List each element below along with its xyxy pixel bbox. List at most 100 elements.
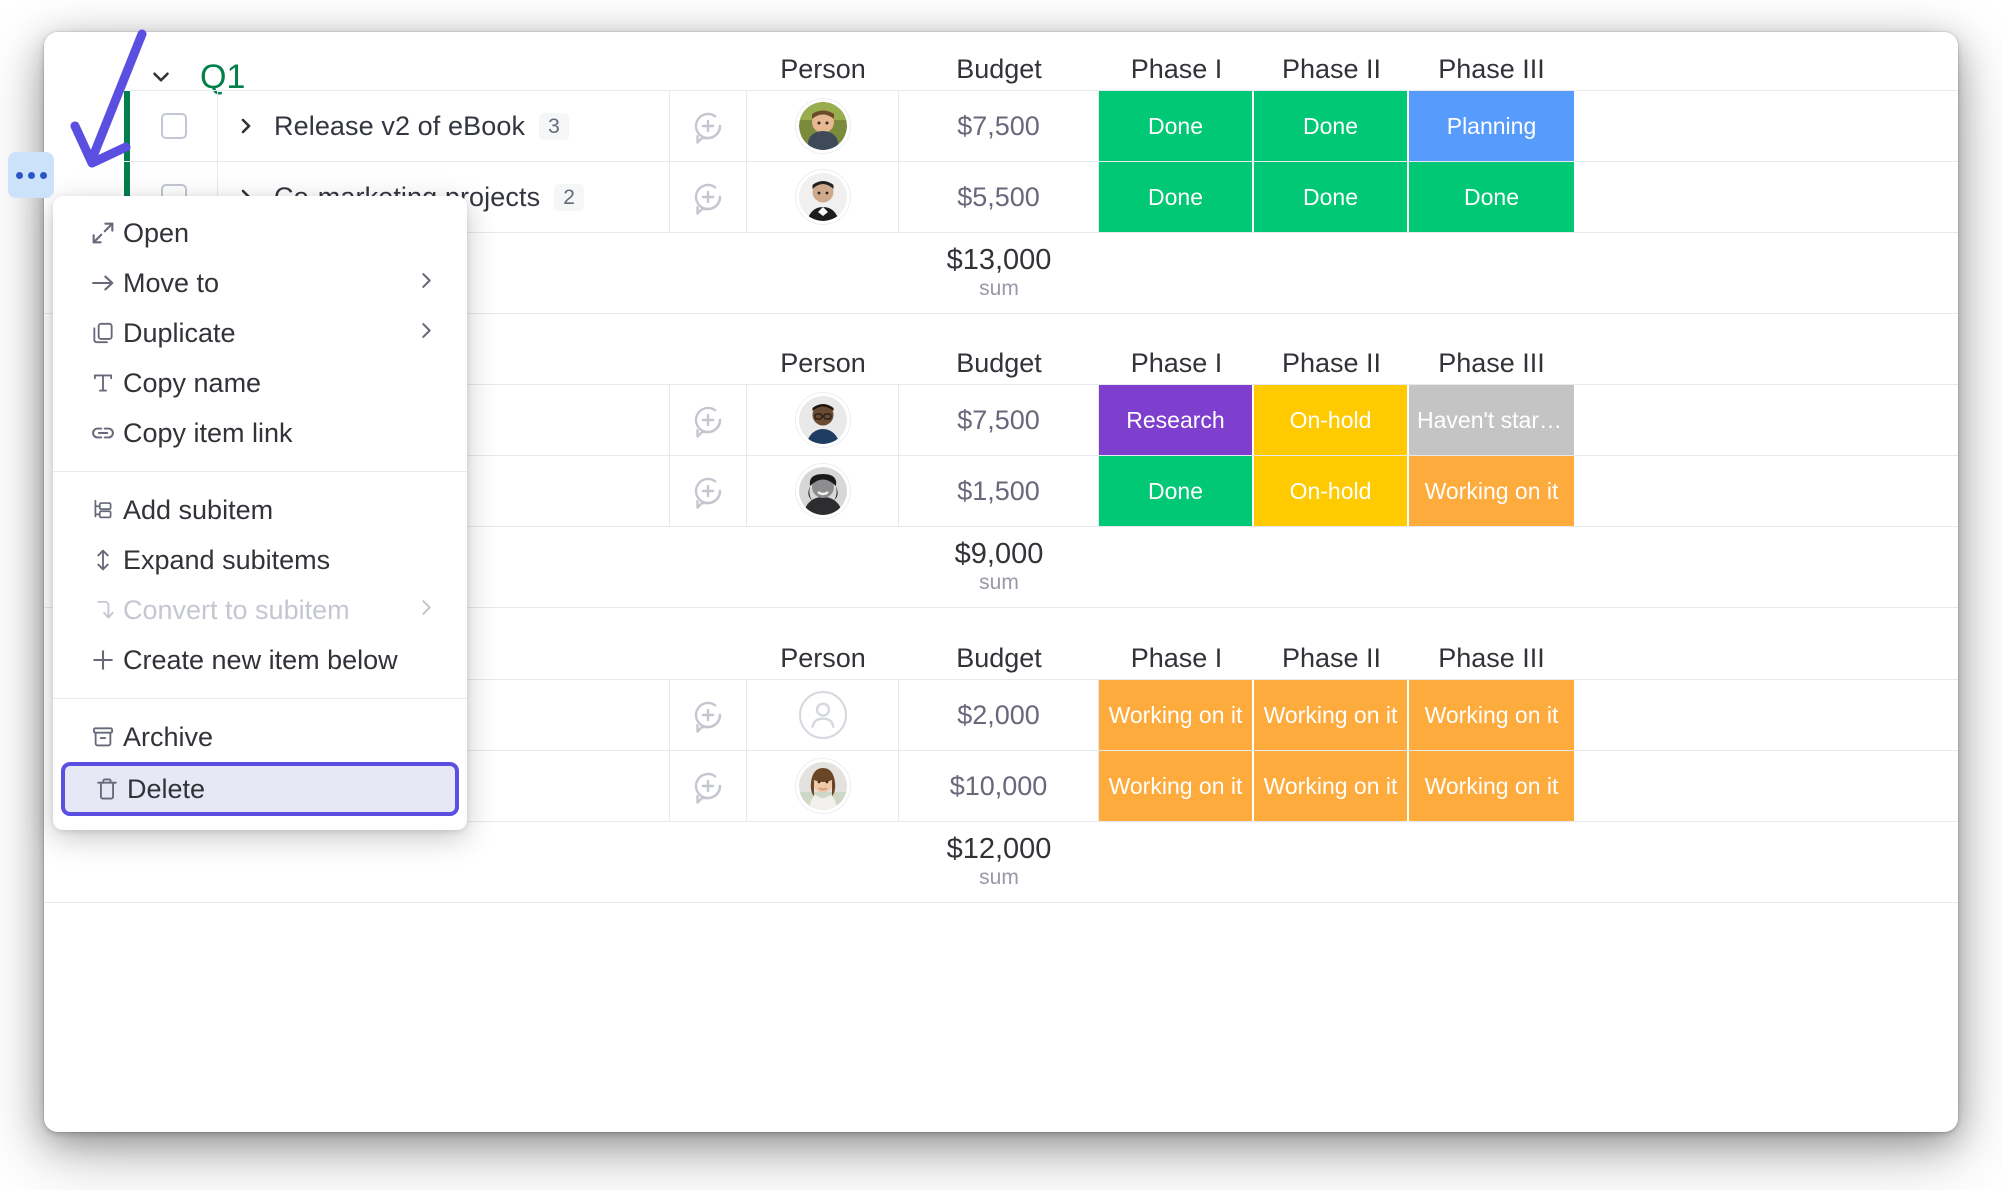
status-cell-phase-1[interactable]: Done <box>1099 456 1254 526</box>
budget-cell[interactable]: $1,500 <box>899 456 1099 526</box>
person-cell[interactable] <box>747 385 899 455</box>
budget-sum-value: $13,000 <box>946 244 1052 277</box>
status-label: Working on it <box>1263 772 1398 799</box>
status-label: On-hold <box>1289 477 1372 504</box>
row-context-menu[interactable]: Open Move to Duplicate Copy name Copy it… <box>53 196 467 830</box>
status-label: Working on it <box>1263 701 1398 728</box>
annotation-arrow <box>70 29 147 168</box>
comment-add-icon <box>694 406 722 438</box>
avatar[interactable] <box>798 467 847 515</box>
status-cell-phase-3[interactable]: Working on it <box>1409 680 1574 750</box>
add-update-cell[interactable] <box>669 751 747 821</box>
budget-cell[interactable]: $5,500 <box>899 162 1099 232</box>
chevron-right-icon <box>415 597 437 624</box>
menu-item-delete[interactable]: Delete <box>61 762 459 816</box>
menu-item-label: Copy item link <box>123 417 293 448</box>
status-cell-phase-3[interactable]: Working on it <box>1409 456 1574 526</box>
menu-item-open[interactable]: Open <box>61 208 459 258</box>
menu-item-create-new-item-below[interactable]: Create new item below <box>61 635 459 685</box>
table-row[interactable]: Release v2 of eBook 3 $7,500 Done Done P… <box>44 91 1958 161</box>
item-name-label: Release v2 of eBook <box>274 110 526 141</box>
menu-item-move-to[interactable]: Move to <box>61 258 459 308</box>
add-update-cell[interactable] <box>669 162 747 232</box>
dot-icon <box>27 171 35 179</box>
menu-item-label: Open <box>123 217 190 248</box>
avatar[interactable] <box>798 396 847 444</box>
subitem-count-badge: 3 <box>539 112 569 140</box>
comment-add-icon <box>694 183 722 215</box>
budget-sum-value: $12,000 <box>946 833 1052 866</box>
status-cell-phase-1[interactable]: Working on it <box>1099 751 1254 821</box>
add-update-cell[interactable] <box>669 456 747 526</box>
status-label: Haven't started... <box>1417 406 1574 433</box>
budget-cell[interactable]: $7,500 <box>899 91 1099 161</box>
status-cell-phase-2[interactable]: Done <box>1254 91 1409 161</box>
person-cell[interactable] <box>747 91 899 161</box>
group-summary-row: $12,000 sum <box>44 822 1958 902</box>
menu-item-add-subitem[interactable]: Add subitem <box>61 485 459 535</box>
menu-item-convert-to-subitem[interactable]: Convert to subitem <box>61 585 459 635</box>
menu-item-copy-name[interactable]: Copy name <box>61 358 459 408</box>
person-cell[interactable] <box>747 162 899 232</box>
person-cell[interactable] <box>747 680 899 750</box>
status-cell-phase-2[interactable]: Working on it <box>1254 751 1409 821</box>
expand-subitems-toggle[interactable] <box>218 91 274 161</box>
avatar[interactable] <box>798 102 847 150</box>
menu-item-label: Archive <box>123 721 214 752</box>
status-cell-phase-2[interactable]: On-hold <box>1254 385 1409 455</box>
dot-icon <box>39 171 47 179</box>
expand-vertical-icon <box>83 547 123 573</box>
status-cell-phase-3[interactable]: Working on it <box>1409 751 1574 821</box>
status-label: Working on it <box>1424 477 1559 504</box>
status-cell-phase-1[interactable]: Research <box>1099 385 1254 455</box>
status-cell-phase-2[interactable]: Working on it <box>1254 680 1409 750</box>
status-cell-phase-2[interactable]: Done <box>1254 162 1409 232</box>
row-menu-button[interactable] <box>8 152 54 198</box>
row-checkbox[interactable] <box>160 113 187 139</box>
menu-item-label: Duplicate <box>123 317 236 348</box>
status-label: Done <box>1303 183 1358 210</box>
subitem-count-badge: 2 <box>554 183 584 211</box>
status-cell-phase-2[interactable]: On-hold <box>1254 456 1409 526</box>
status-cell-phase-1[interactable]: Working on it <box>1099 680 1254 750</box>
person-cell[interactable] <box>747 456 899 526</box>
duplicate-icon <box>83 320 123 346</box>
avatar[interactable] <box>798 173 847 221</box>
budget-sum-cell: $13,000 sum <box>899 233 1099 313</box>
status-cell-phase-1[interactable]: Done <box>1099 91 1254 161</box>
menu-item-label: Convert to subitem <box>123 594 350 625</box>
avatar-placeholder[interactable] <box>798 691 847 739</box>
avatar[interactable] <box>798 762 847 810</box>
status-cell-phase-3[interactable]: Done <box>1409 162 1574 232</box>
status-label: Done <box>1148 183 1203 210</box>
menu-item-expand-subitems[interactable]: Expand subitems <box>61 535 459 585</box>
status-label: Working on it <box>1424 772 1559 799</box>
status-cell-phase-3[interactable]: Planning <box>1409 91 1574 161</box>
screenshot-root: Q1 Person Budget Phase I Phase II Phase … <box>0 0 2002 1190</box>
status-label: Working on it <box>1424 701 1559 728</box>
comment-add-icon <box>694 772 722 804</box>
menu-item-archive[interactable]: Archive <box>61 712 459 762</box>
status-label: Research <box>1126 406 1225 433</box>
text-icon <box>83 370 123 396</box>
status-label: Done <box>1148 112 1203 139</box>
budget-sum-label: sum <box>979 570 1019 594</box>
status-cell-phase-3[interactable]: Haven't started... <box>1409 385 1574 455</box>
status-label: Working on it <box>1108 772 1243 799</box>
status-label: Working on it <box>1108 701 1243 728</box>
budget-cell[interactable]: $7,500 <box>899 385 1099 455</box>
add-update-cell[interactable] <box>669 91 747 161</box>
budget-sum-label: sum <box>979 865 1019 889</box>
person-cell[interactable] <box>747 751 899 821</box>
menu-item-duplicate[interactable]: Duplicate <box>61 308 459 358</box>
menu-item-copy-item-link[interactable]: Copy item link <box>61 408 459 458</box>
open-expand-icon <box>83 219 123 247</box>
menu-item-label: Add subitem <box>123 494 274 525</box>
budget-cell[interactable]: $2,000 <box>899 680 1099 750</box>
budget-cell[interactable]: $10,000 <box>899 751 1099 821</box>
budget-sum-cell: $12,000 sum <box>899 822 1099 902</box>
status-cell-phase-1[interactable]: Done <box>1099 162 1254 232</box>
subitem-tree-icon <box>83 497 123 523</box>
add-update-cell[interactable] <box>669 385 747 455</box>
add-update-cell[interactable] <box>669 680 747 750</box>
